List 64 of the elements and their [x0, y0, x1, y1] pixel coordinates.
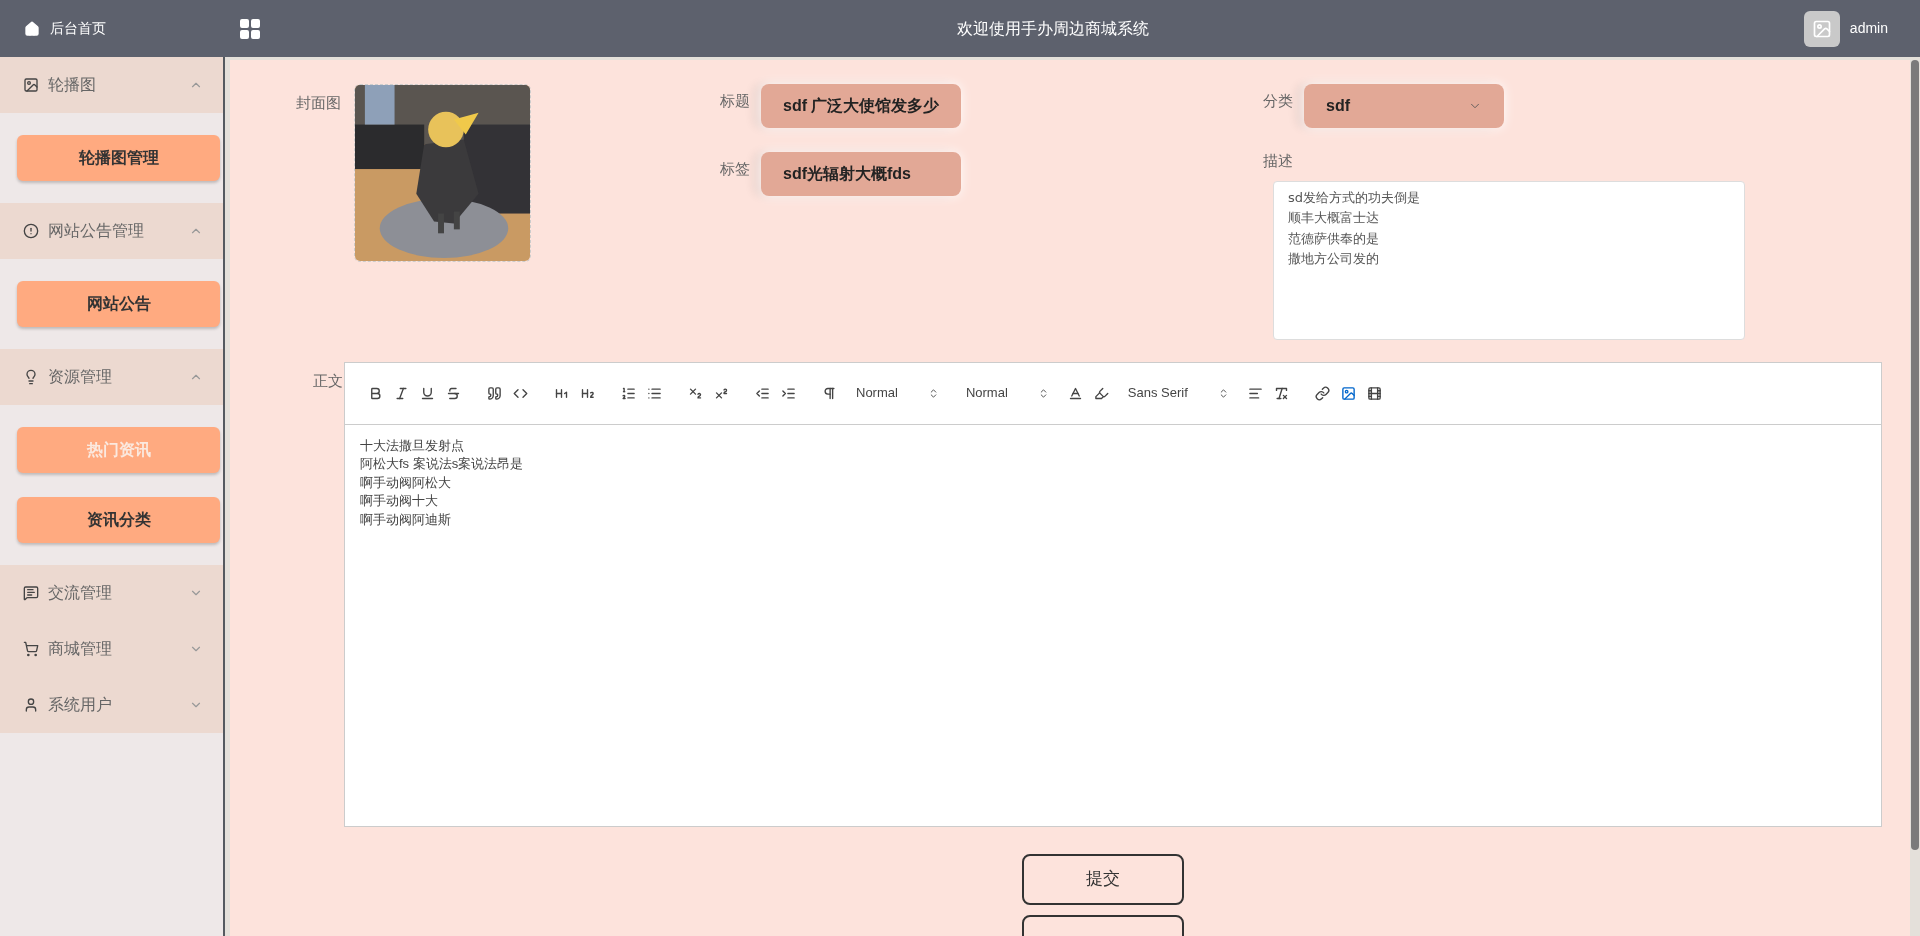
rich-text-editor[interactable]: Normal Normal Sans Serif 十大法撒旦发射点 阿松大fs 案说法s案说法昂是 啊手动阀阿松大 啊手动阀十大 啊手动阀阿迪斯: [344, 361, 1882, 827]
highlight-icon[interactable]: [1093, 385, 1109, 401]
image-icon: [23, 77, 39, 93]
bullet-list-icon[interactable]: [647, 385, 662, 401]
user-icon: [23, 697, 39, 713]
editor-text-line: 十大法撒旦发射点: [360, 436, 465, 455]
chat-icon: [23, 585, 39, 601]
menu-item[interactable]: 轮播图管理: [17, 135, 220, 181]
menu-item[interactable]: 资讯分类: [17, 497, 220, 543]
cart-icon: [23, 641, 39, 657]
toolbar-select[interactable]: Sans Serif: [1119, 383, 1237, 403]
ordered-list-icon[interactable]: [621, 385, 636, 401]
pilcrow-icon[interactable]: [822, 385, 837, 401]
title-label: 标题: [720, 91, 750, 111]
menu-group[interactable]: 资源管理: [0, 349, 223, 405]
avatar-icon[interactable]: [1803, 10, 1840, 47]
align-icon[interactable]: [1247, 385, 1263, 401]
toolbar-select[interactable]: Normal: [848, 383, 947, 403]
clear-format-icon[interactable]: [1273, 385, 1289, 401]
italic-icon[interactable]: [394, 385, 409, 401]
description-text-line: 顺丰大概富士达: [1288, 209, 1379, 227]
editor-text-line: 啊手动阀阿松大: [360, 473, 452, 492]
link-icon[interactable]: [1314, 385, 1330, 401]
category-select[interactable]: sdf: [1304, 84, 1504, 128]
tags-field[interactable]: sdf光辐射大概fds: [761, 152, 961, 196]
subscript-icon[interactable]: [688, 385, 703, 401]
menu-group[interactable]: 网站公告管理: [0, 203, 223, 259]
description-text-line: sd发给方式的功夫倒是: [1288, 188, 1421, 207]
category-label: 分类: [1263, 91, 1293, 111]
description-text-line: 撒地方公司发的: [1288, 250, 1379, 268]
home-icon: [24, 20, 40, 37]
grid-menu-icon[interactable]: [238, 16, 262, 41]
superscript-icon[interactable]: [714, 385, 729, 401]
image-icon[interactable]: [1340, 385, 1356, 401]
page-title: 欢迎使用手办周边商城系统: [955, 18, 1150, 39]
editor-text-line: 啊手动阀阿迪斯: [360, 510, 452, 529]
body-label: 正文: [313, 370, 343, 391]
tags-label: 标签: [720, 159, 750, 179]
menu-item[interactable]: 网站公告: [17, 281, 220, 327]
strikethrough-icon[interactable]: [446, 385, 461, 401]
indent-icon[interactable]: [781, 385, 796, 401]
menu-group[interactable]: 轮播图: [0, 57, 223, 113]
editor-text-line: 阿松大fs 案说法s案说法昂是: [360, 455, 525, 473]
home-link[interactable]: 后台首页: [50, 18, 106, 39]
bold-icon[interactable]: [368, 385, 383, 401]
menu-group[interactable]: 交流管理: [0, 565, 223, 621]
lightbulb-icon: [23, 369, 39, 385]
menu-group[interactable]: 系统用户: [0, 677, 223, 733]
user-name[interactable]: admin: [1849, 18, 1888, 39]
underline-icon[interactable]: [420, 385, 435, 401]
menu-group[interactable]: 商城管理: [0, 621, 223, 677]
description-field[interactable]: sd发给方式的功夫倒是 顺丰大概富士达 范德萨供奉的是 撒地方公司发的: [1273, 180, 1745, 340]
outdent-icon[interactable]: [755, 385, 770, 401]
editor-text-line: 啊手动阀十大: [360, 492, 439, 510]
quote-icon[interactable]: [487, 385, 502, 401]
video-icon[interactable]: [1366, 385, 1382, 401]
submit-button[interactable]: 提交: [1022, 853, 1184, 905]
description-label: 描述: [1263, 151, 1294, 171]
title-field[interactable]: sdf 广泛大使馆发多少: [761, 84, 962, 128]
alert-icon: [23, 223, 39, 239]
cover-label: 封面图: [296, 93, 341, 113]
description-text-line: 范德萨供奉的是: [1288, 229, 1379, 248]
text-color-icon[interactable]: [1067, 385, 1083, 401]
toolbar-select[interactable]: Normal: [957, 383, 1057, 403]
